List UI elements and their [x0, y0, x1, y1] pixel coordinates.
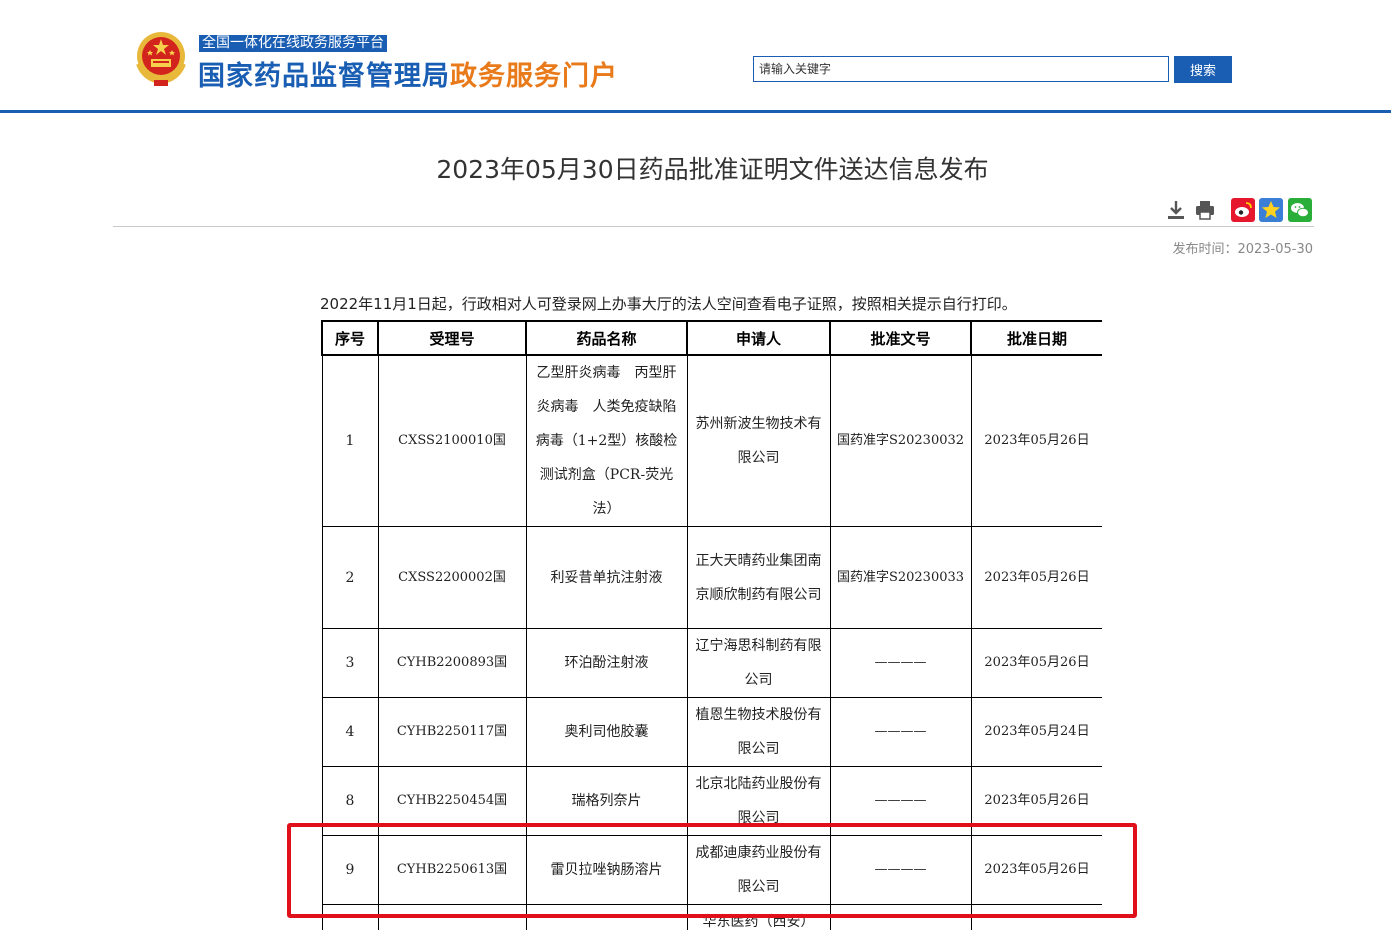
article-title: 2023年05月30日药品批准证明文件送达信息发布 — [0, 150, 1391, 186]
header-divider — [0, 110, 1391, 113]
cell-serial: 1 — [322, 355, 378, 527]
cell-accept-no: CYHB2250117国 — [378, 698, 526, 767]
cell-approval-no: ———— — [830, 836, 971, 905]
approval-table: 序号 受理号 药品名称 申请人 批准文号 批准日期 1 CXSS2100010国… — [321, 320, 1102, 930]
cell-serial: 9 — [322, 836, 378, 905]
table-header-row: 序号 受理号 药品名称 申请人 批准文号 批准日期 — [322, 321, 1102, 355]
cell-approval-date — [971, 905, 1102, 930]
cell-serial: 2 — [322, 527, 378, 629]
portal-title-main: 国家药品监督管理局 — [198, 61, 450, 92]
national-emblem-icon[interactable] — [132, 28, 190, 88]
approval-table-container: 序号 受理号 药品名称 申请人 批准文号 批准日期 1 CXSS2100010国… — [321, 320, 1102, 930]
cell-applicant: 植恩生物技术股份有限公司 — [687, 698, 830, 767]
cell-approval-no: ———— — [830, 698, 971, 767]
cell-applicant: 成都迪康药业股份有限公司 — [687, 836, 830, 905]
table-row: 8 CYHB2250454国 瑞格列奈片 北京北陆药业股份有限公司 ———— 2… — [322, 767, 1102, 836]
cell-approval-date: 2023年05月26日 — [971, 629, 1102, 698]
cell-serial: 4 — [322, 698, 378, 767]
cell-applicant: 华东医药（西安） — [687, 905, 830, 930]
cell-accept-no: CYHB2250613国 — [378, 836, 526, 905]
cell-approval-no: ———— — [830, 629, 971, 698]
intro-text: 2022年11月1日起，行政相对人可登录网上办事大厅的法人空间查看电子证照，按照… — [320, 293, 1017, 314]
header-serial: 序号 — [322, 321, 378, 355]
portal-title[interactable]: 国家药品监督管理局政务服务门户 — [198, 54, 618, 93]
site-header: 全国一体化在线政务服务平台 国家药品监督管理局政务服务门户 搜索 — [0, 0, 1391, 112]
cell-drug-name: 瑞格列奈片 — [526, 767, 687, 836]
search-button[interactable]: 搜索 — [1174, 56, 1232, 83]
table-row: 3 CYHB2200893国 环泊酚注射液 辽宁海思科制药有限公司 ———— 2… — [322, 629, 1102, 698]
cell-approval-date: 2023年05月26日 — [971, 355, 1102, 527]
cell-drug-name: 利妥昔单抗注射液 — [526, 527, 687, 629]
cell-approval-date: 2023年05月26日 — [971, 767, 1102, 836]
cell-drug-name: 奥利司他胶囊 — [526, 698, 687, 767]
cell-approval-date: 2023年05月24日 — [971, 698, 1102, 767]
header-approval-date: 批准日期 — [971, 321, 1102, 355]
table-row: 2 CXSS2200002国 利妥昔单抗注射液 正大天晴药业集团南京顺欣制药有限… — [322, 527, 1102, 629]
header-drug-name: 药品名称 — [526, 321, 687, 355]
cell-serial — [322, 905, 378, 930]
cell-approval-no: 国药准字S20230032 — [830, 355, 971, 527]
cell-accept-no: CYHB2250454国 — [378, 767, 526, 836]
download-icon[interactable] — [1164, 198, 1188, 222]
portal-subtitle: 全国一体化在线政务服务平台 — [199, 35, 387, 52]
print-icon[interactable] — [1193, 198, 1217, 222]
cell-serial: 3 — [322, 629, 378, 698]
cell-approval-no — [830, 905, 971, 930]
cell-accept-no: CXSS2100010国 — [378, 355, 526, 527]
portal-title-accent: 政务服务门户 — [450, 61, 618, 92]
cell-drug-name: 环泊酚注射液 — [526, 629, 687, 698]
table-row: 4 CYHB2250117国 奥利司他胶囊 植恩生物技术股份有限公司 ———— … — [322, 698, 1102, 767]
wechat-share-icon[interactable] — [1288, 198, 1312, 222]
cell-approval-no: ———— — [830, 767, 971, 836]
cell-approval-date: 2023年05月26日 — [971, 836, 1102, 905]
table-row: 华东医药（西安） — [322, 905, 1102, 930]
cell-applicant: 苏州新波生物技术有限公司 — [687, 355, 830, 527]
cell-accept-no: CXSS2200002国 — [378, 527, 526, 629]
cell-applicant: 北京北陆药业股份有限公司 — [687, 767, 830, 836]
cell-drug-name — [526, 905, 687, 930]
cell-approval-date: 2023年05月26日 — [971, 527, 1102, 629]
table-row: 9 CYHB2250613国 雷贝拉唑钠肠溶片 成都迪康药业股份有限公司 ———… — [322, 836, 1102, 905]
cell-drug-name: 乙型肝炎病毒 丙型肝炎病毒 人类免疫缺陷病毒（1+2型）核酸检测试剂盒（PCR-… — [526, 355, 687, 527]
publish-time: 发布时间：2023-05-30 — [1172, 238, 1313, 257]
article-divider — [113, 226, 1314, 227]
cell-drug-name: 雷贝拉唑钠肠溶片 — [526, 836, 687, 905]
header-approval-no: 批准文号 — [830, 321, 971, 355]
favorite-star-icon[interactable] — [1259, 198, 1283, 222]
header-accept-no: 受理号 — [378, 321, 526, 355]
table-row: 1 CXSS2100010国 乙型肝炎病毒 丙型肝炎病毒 人类免疫缺陷病毒（1+… — [322, 355, 1102, 527]
cell-applicant: 辽宁海思科制药有限公司 — [687, 629, 830, 698]
cell-approval-no: 国药准字S20230033 — [830, 527, 971, 629]
header-applicant: 申请人 — [687, 321, 830, 355]
weibo-share-icon[interactable] — [1231, 198, 1255, 222]
cell-applicant: 正大天晴药业集团南京顺欣制药有限公司 — [687, 527, 830, 629]
search-input[interactable] — [753, 56, 1169, 82]
cell-accept-no: CYHB2200893国 — [378, 629, 526, 698]
cell-serial: 8 — [322, 767, 378, 836]
cell-accept-no — [378, 905, 526, 930]
